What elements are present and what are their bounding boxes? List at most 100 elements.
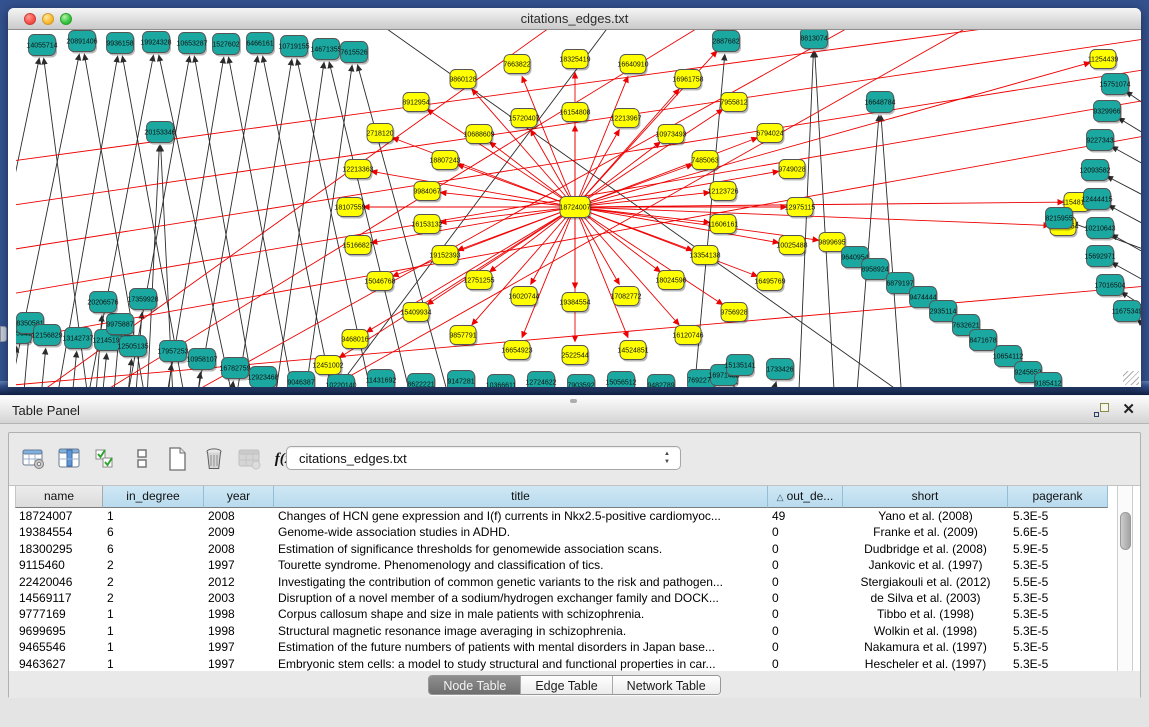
graph-node[interactable]: 16640910 bbox=[617, 55, 648, 76]
graph-node[interactable]: 12975115 bbox=[785, 198, 816, 219]
graph-node[interactable]: 16961758 bbox=[672, 70, 703, 91]
column-header-year[interactable]: year bbox=[204, 486, 274, 508]
graph-node[interactable]: 16120746 bbox=[672, 326, 703, 347]
delete-table-icon[interactable] bbox=[235, 444, 265, 474]
graph-node[interactable]: 18807243 bbox=[429, 151, 460, 172]
graph-node[interactable]: 9185412 bbox=[1034, 373, 1063, 388]
graph-node[interactable]: 16153132 bbox=[411, 215, 442, 236]
graph-node[interactable]: 7663822 bbox=[503, 55, 531, 76]
graph-node[interactable]: 18107559 bbox=[334, 198, 365, 219]
table-source-select[interactable]: citations_edges.txt ▲▼ bbox=[286, 446, 681, 470]
create-new-table-icon[interactable] bbox=[163, 444, 193, 474]
graph-node[interactable]: 2522544 bbox=[561, 346, 589, 367]
graph-node[interactable]: 16648784 bbox=[864, 92, 895, 115]
graph-hub-node[interactable]: 18724007 bbox=[559, 197, 591, 220]
graph-node[interactable]: 15056512 bbox=[605, 372, 636, 388]
graph-node[interactable]: 19924328 bbox=[140, 32, 171, 55]
graph-node[interactable]: 6794024 bbox=[756, 124, 784, 145]
column-header-in_degree[interactable]: in_degree bbox=[103, 486, 204, 508]
graph-node[interactable]: 15135141 bbox=[724, 355, 755, 378]
graph-node[interactable]: 8813074 bbox=[800, 30, 829, 51]
graph-node[interactable]: 9482789 bbox=[647, 375, 676, 388]
graph-node[interactable]: 9227343 bbox=[1086, 130, 1115, 153]
row-selection-icon[interactable] bbox=[127, 444, 157, 474]
graph-node[interactable]: 12724622 bbox=[525, 372, 556, 388]
float-panel-icon[interactable] bbox=[1094, 403, 1109, 417]
graph-node[interactable]: 9329966 bbox=[1093, 101, 1122, 124]
graph-node[interactable]: 12156829 bbox=[31, 325, 62, 348]
delete-rows-icon[interactable] bbox=[199, 444, 229, 474]
graph-node[interactable]: 12093582 bbox=[1079, 160, 1110, 183]
graph-node[interactable]: 15166827 bbox=[342, 236, 373, 257]
graph-node[interactable]: 20206576 bbox=[87, 292, 118, 315]
graph-node[interactable]: 14055714 bbox=[26, 35, 57, 58]
graph-node[interactable]: 10973493 bbox=[655, 125, 686, 146]
graph-node[interactable]: 12213967 bbox=[610, 109, 641, 130]
graph-node[interactable]: 12213363 bbox=[342, 160, 373, 181]
graph-node[interactable]: 1527602 bbox=[212, 34, 241, 57]
graph-node[interactable]: 10958107 bbox=[186, 349, 217, 372]
column-header-out_de[interactable]: △out_de... bbox=[768, 486, 843, 508]
graph-node[interactable]: 10366611 bbox=[486, 375, 517, 388]
graph-node[interactable]: 16495769 bbox=[754, 272, 785, 293]
graph-node[interactable]: 11606161 bbox=[708, 215, 739, 236]
graph-node[interactable]: 9756928 bbox=[720, 303, 748, 324]
table-row[interactable]: 2242004622012Investigating the contribut… bbox=[15, 574, 1108, 590]
graph-node[interactable]: 7485063 bbox=[691, 151, 719, 172]
graph-node[interactable]: 17016504 bbox=[1094, 275, 1125, 298]
graph-node[interactable]: 10220140 bbox=[325, 375, 356, 388]
graph-node[interactable]: 11675349 bbox=[1112, 301, 1141, 324]
graph-node[interactable]: 15720407 bbox=[508, 109, 539, 130]
table-row[interactable]: 946362711997Embryonic stem cells: a mode… bbox=[15, 656, 1108, 672]
table-row[interactable]: 911546021997Tourette syndrome. Phenomeno… bbox=[15, 557, 1108, 573]
graph-node[interactable]: 7903592 bbox=[567, 375, 596, 388]
graph-node[interactable]: 15046768 bbox=[364, 272, 395, 293]
graph-node[interactable]: 18325419 bbox=[559, 50, 590, 71]
table-row[interactable]: 946554611997Estimation of the future num… bbox=[15, 639, 1108, 655]
graph-node[interactable]: 15409934 bbox=[400, 303, 431, 324]
graph-node[interactable]: 15751074 bbox=[1099, 74, 1130, 97]
graph-node[interactable]: 12505135 bbox=[117, 336, 148, 359]
graph-node[interactable]: 19384554 bbox=[559, 293, 590, 314]
graph-node[interactable]: 12923468 bbox=[247, 367, 278, 388]
graph-node[interactable]: 17082772 bbox=[610, 287, 641, 308]
graph-node[interactable]: 14671355 bbox=[310, 39, 341, 62]
select-all-icon[interactable] bbox=[91, 444, 121, 474]
graph-node[interactable]: 17957253 bbox=[157, 341, 188, 364]
graph-node[interactable]: 10719155 bbox=[278, 36, 309, 59]
graph-node[interactable]: 2718120 bbox=[366, 124, 394, 145]
graph-node[interactable]: 8215955 bbox=[1045, 208, 1074, 231]
graph-node[interactable]: 9975887 bbox=[106, 314, 135, 337]
table-row[interactable]: 1938455462009Genome-wide association stu… bbox=[15, 524, 1108, 540]
graph-node[interactable]: 9857791 bbox=[449, 326, 477, 347]
table-row[interactable]: 1872400712008Changes of HCN gene express… bbox=[15, 508, 1108, 524]
panel-splitter-grip[interactable] bbox=[570, 399, 577, 403]
graph-node[interactable]: 2887682 bbox=[712, 31, 741, 54]
tab-edge-table[interactable]: Edge Table bbox=[521, 676, 612, 694]
graph-node[interactable]: 9147281 bbox=[447, 371, 476, 388]
network-canvas[interactable]: 18724007 18325419 16640910 16961758 7955812 6… bbox=[16, 30, 1141, 387]
graph-node[interactable]: 8471678 bbox=[969, 330, 998, 353]
column-header-title[interactable]: title bbox=[274, 486, 768, 508]
close-panel-icon[interactable]: ✕ bbox=[1122, 400, 1135, 418]
tab-network-table[interactable]: Network Table bbox=[613, 676, 720, 694]
column-header-pagerank[interactable]: pagerank bbox=[1008, 486, 1108, 508]
table-scrollbar[interactable] bbox=[1117, 486, 1133, 671]
graph-node[interactable]: 16020744 bbox=[508, 287, 539, 308]
graph-node[interactable]: 1733426 bbox=[766, 359, 795, 382]
graph-node[interactable]: 12751255 bbox=[463, 271, 494, 292]
graph-node[interactable]: 7955812 bbox=[720, 93, 748, 114]
table-panel-titlebar[interactable]: Table Panel ✕ bbox=[0, 395, 1149, 424]
table-scrollbar-thumb[interactable] bbox=[1120, 512, 1131, 550]
table-row[interactable]: 977716911998Corpus callosum shape and si… bbox=[15, 606, 1108, 622]
table-options-icon[interactable] bbox=[19, 444, 49, 474]
graph-node[interactable]: 7615526 bbox=[340, 42, 369, 65]
graph-node[interactable]: 9468016 bbox=[341, 330, 369, 351]
column-header-short[interactable]: short bbox=[843, 486, 1008, 508]
graph-node[interactable]: 18024590 bbox=[655, 271, 686, 292]
graph-node[interactable]: 10688609 bbox=[463, 125, 494, 146]
graph-node[interactable]: 20153346 bbox=[144, 122, 175, 145]
graph-node[interactable]: 20891406 bbox=[66, 31, 97, 54]
graph-node[interactable]: 17359928 bbox=[127, 289, 158, 312]
graph-node[interactable]: 16154808 bbox=[559, 103, 590, 124]
